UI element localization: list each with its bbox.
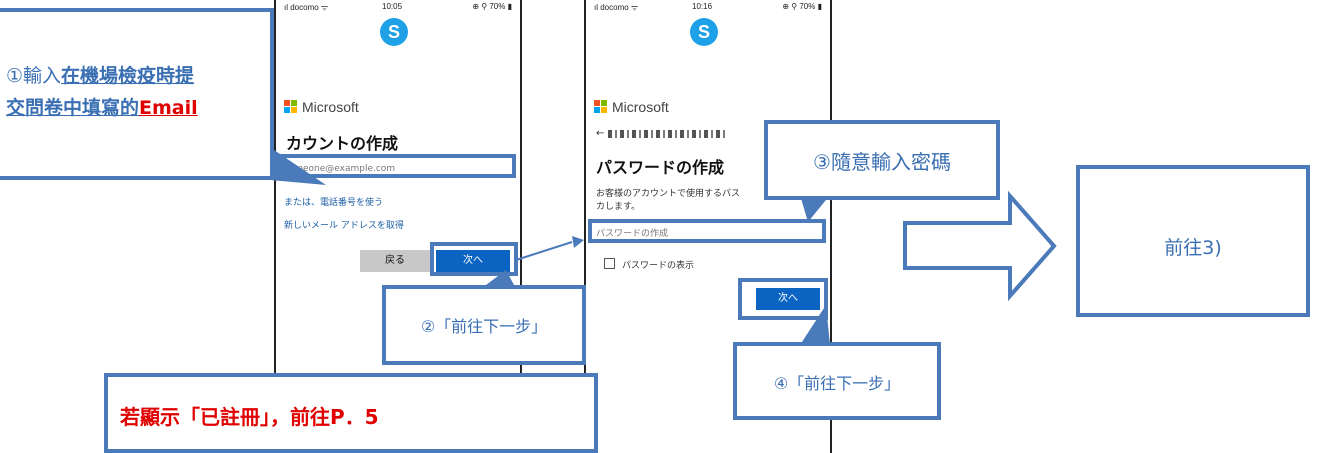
next-page-box: 前往3) — [1076, 165, 1310, 317]
next-page-text: 前往3) — [1164, 237, 1222, 259]
next-button-highlight — [430, 242, 518, 276]
callout-next-step-4: ④「前往下一步」 — [733, 342, 941, 420]
next-button-highlight — [738, 278, 828, 320]
callout-step1-text: ①輸入在機場檢疫時提 交問卷中填寫的Email — [6, 60, 198, 124]
callout-enter-email: ①輸入在機場檢疫時提 交問卷中填寫的Email — [0, 8, 274, 180]
registered-note-text: 若顯示「已註冊」，前往P．5 — [120, 405, 379, 429]
step1-underlined-2: 交問卷中填寫的 — [6, 97, 140, 119]
password-field-highlight — [588, 219, 826, 243]
callout-next-step-2: ②「前往下一步」 — [382, 285, 586, 365]
connector-line — [515, 241, 573, 261]
callout-step2-text: ②「前往下一步」 — [420, 317, 548, 336]
connector-arrowhead — [572, 236, 584, 248]
email-field-highlight — [276, 154, 516, 178]
step1-prefix: ①輸入 — [6, 65, 62, 87]
step1-email: Email — [139, 97, 198, 119]
right-arrow-icon — [903, 190, 1057, 302]
callout-enter-password: ③隨意輸入密碼 — [764, 120, 1000, 200]
step1-underlined-1: 在機場檢疫時提 — [61, 65, 195, 87]
callout-step4-text: ④「前往下一步」 — [773, 374, 901, 393]
callout-already-registered: 若顯示「已註冊」，前往P．5 — [104, 373, 598, 453]
callout-step3-text: ③隨意輸入密碼 — [813, 150, 951, 174]
